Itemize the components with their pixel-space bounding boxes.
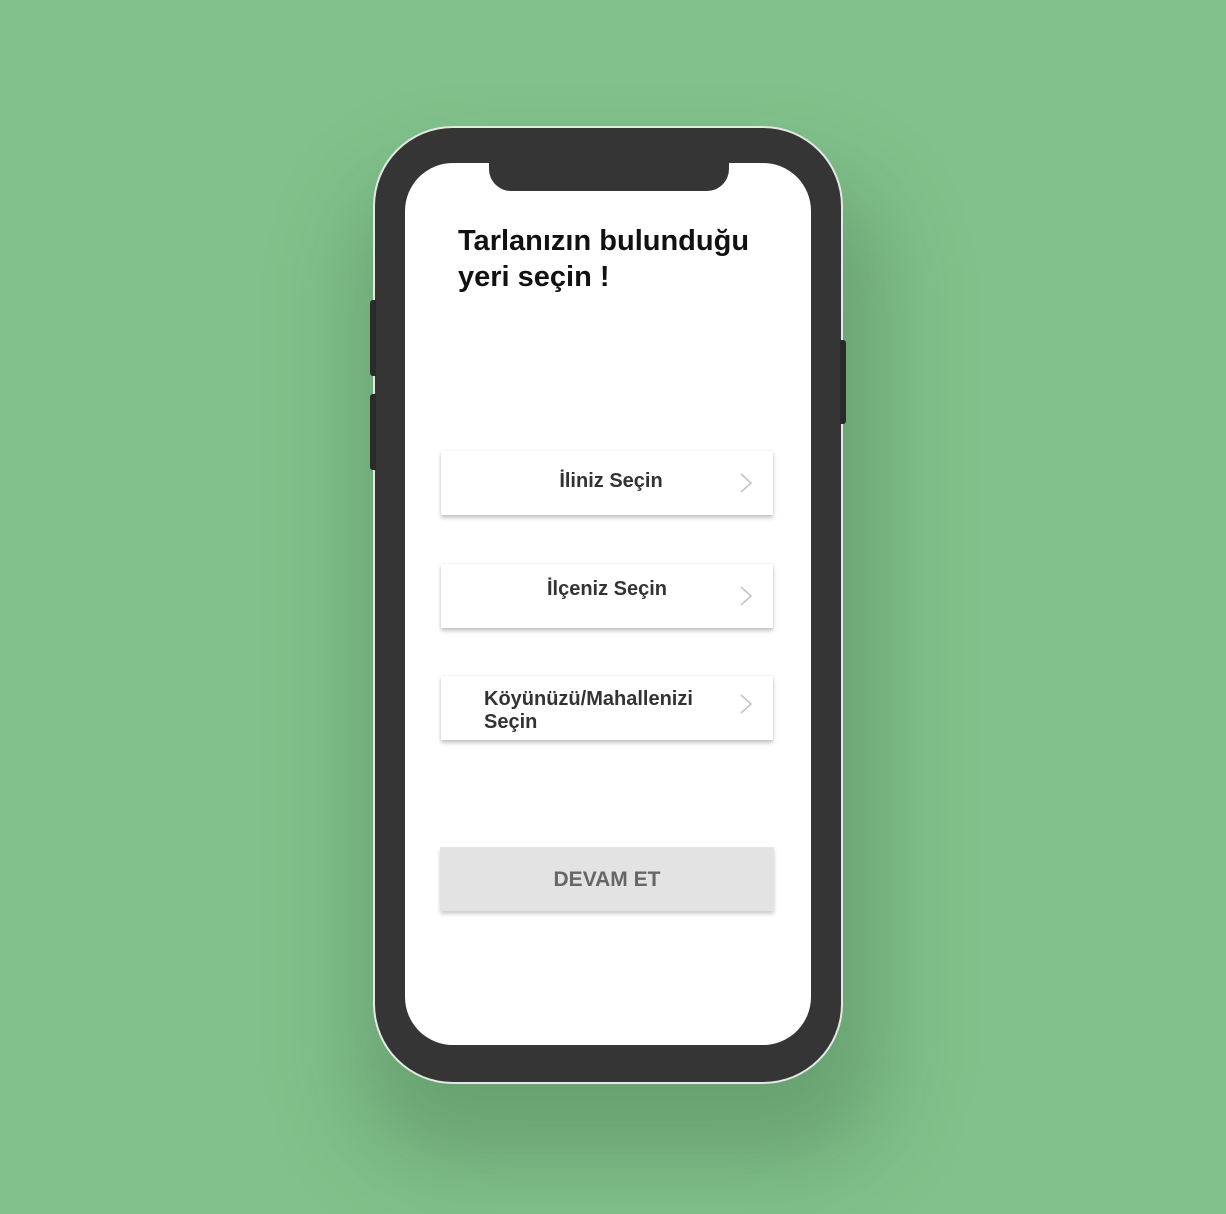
chevron-right-icon: [740, 473, 753, 493]
village-select-button[interactable]: Köyünüzü/Mahallenizi Seçin: [441, 676, 773, 740]
volume-up-button: [370, 300, 376, 376]
province-select-label: İliniz Seçin: [559, 470, 663, 492]
continue-button-label: DEVAM ET: [553, 868, 661, 891]
page-title: Tarlanızın bulunduğu yeri seçin !: [458, 225, 750, 293]
district-select-label: İlçeniz Seçin: [546, 578, 668, 600]
district-select-button[interactable]: İlçeniz Seçin: [441, 564, 773, 628]
power-button: [840, 340, 846, 424]
phone-notch: [489, 163, 729, 191]
volume-down-button: [370, 394, 376, 470]
chevron-right-icon: [740, 694, 753, 714]
phone-frame: Tarlanızın bulunduğu yeri seçin ! İliniz…: [370, 128, 846, 1082]
village-select-label: Köyünüzü/Mahallenizi Seçin: [484, 688, 693, 733]
phone-screen: Tarlanızın bulunduğu yeri seçin ! İliniz…: [405, 163, 811, 1045]
continue-button[interactable]: DEVAM ET: [440, 847, 774, 911]
province-select-button[interactable]: İliniz Seçin: [441, 451, 773, 515]
chevron-right-icon: [740, 586, 753, 606]
